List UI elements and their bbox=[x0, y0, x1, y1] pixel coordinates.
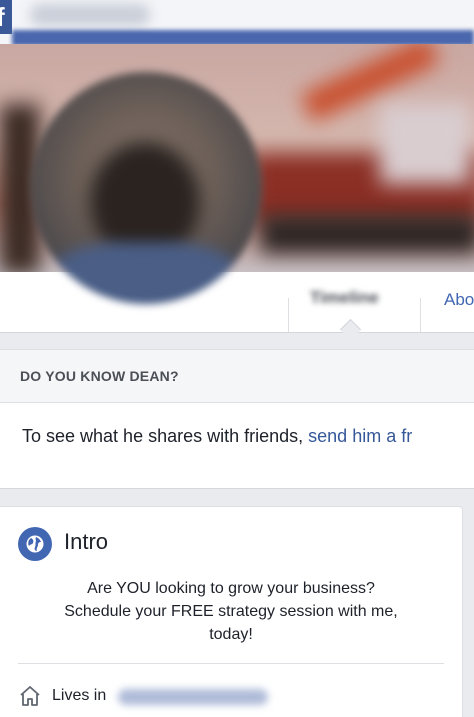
globe-icon bbox=[18, 527, 52, 561]
intro-title: Intro bbox=[64, 529, 109, 554]
bio-line: today! bbox=[209, 626, 253, 643]
do-you-know-title: DO YOU KNOW DEAN? bbox=[20, 368, 179, 384]
profile-picture[interactable] bbox=[30, 72, 262, 304]
tab-about[interactable]: Abo bbox=[444, 290, 474, 310]
lives-in-label: Lives in bbox=[52, 687, 107, 704]
tab-timeline[interactable]: Timeline bbox=[310, 288, 379, 308]
intro-bio: Are YOU looking to grow your business? S… bbox=[20, 577, 442, 646]
nav-bar-stripe bbox=[12, 30, 474, 44]
active-tab-caret bbox=[339, 318, 362, 341]
do-you-know-header: DO YOU KNOW DEAN? bbox=[0, 350, 474, 403]
do-you-know-card: DO YOU KNOW DEAN? To see what he shares … bbox=[0, 349, 474, 489]
home-icon bbox=[18, 685, 42, 707]
top-navigation-bar: f bbox=[0, 0, 474, 44]
profile-page: f Timeline Abo DO YOU KNOW DEAN? To see … bbox=[0, 0, 474, 717]
lives-in-location-link[interactable] bbox=[118, 689, 268, 705]
intro-divider bbox=[18, 663, 444, 664]
facebook-logo[interactable]: f bbox=[0, 0, 12, 34]
send-friend-request-link[interactable]: send him a fr bbox=[308, 426, 412, 446]
bio-line: Are YOU looking to grow your business? bbox=[87, 580, 375, 597]
blurred-profile-name[interactable] bbox=[30, 4, 150, 26]
bio-line: Schedule your FREE strategy session with… bbox=[64, 603, 398, 620]
do-you-know-message: To see what he shares with friends, send… bbox=[22, 426, 412, 447]
intro-card: Intro Are YOU looking to grow your busin… bbox=[0, 506, 463, 717]
do-you-know-text: To see what he shares with friends, bbox=[22, 426, 309, 446]
tab-divider bbox=[420, 298, 421, 332]
tab-divider bbox=[288, 298, 289, 332]
